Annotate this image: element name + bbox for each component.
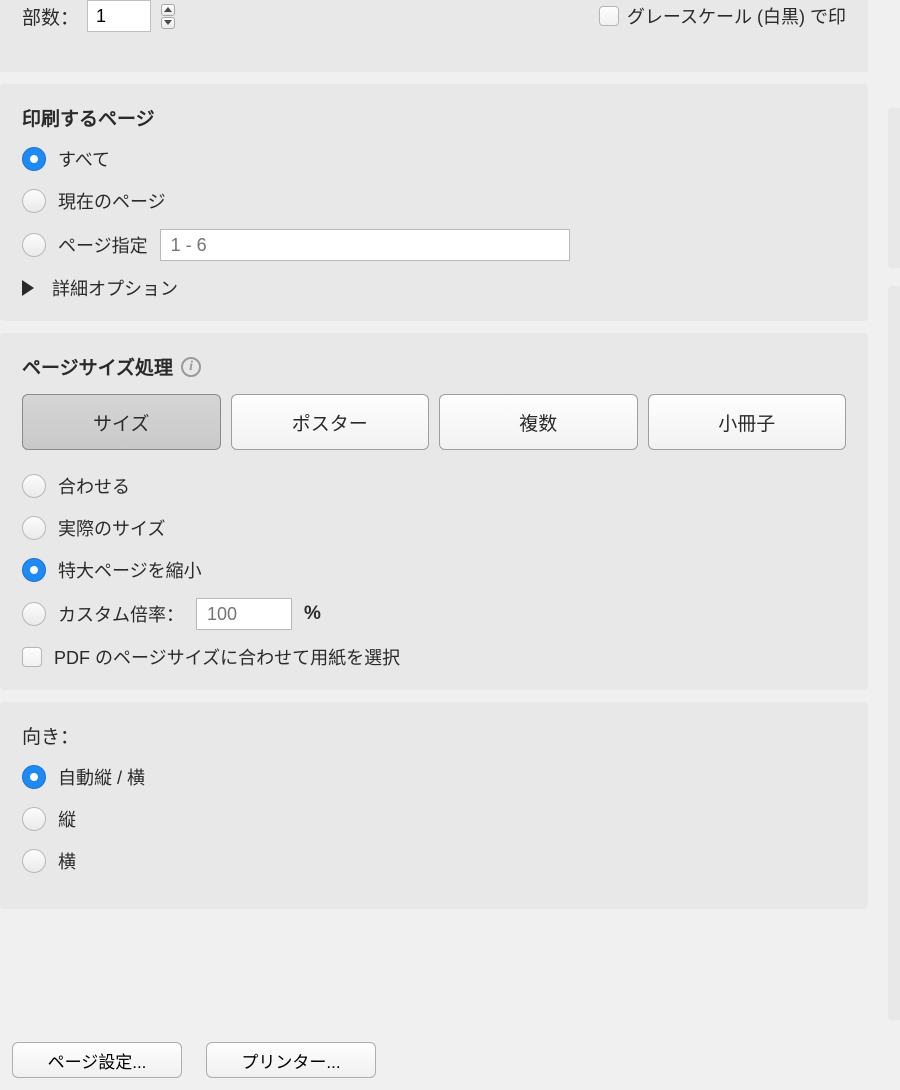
custom-scale-input[interactable] [196,598,292,630]
orientation-section: 向き： 自動縦 / 横 縦 横 [0,702,868,909]
footer-bar: ページ設定... プリンター... [0,1042,900,1078]
sizing-actual-radio[interactable] [22,516,46,540]
orientation-auto-radio[interactable] [22,765,46,789]
sizing-title: ページサイズ処理 i [22,353,846,380]
tab-multiple[interactable]: 複数 [439,394,638,450]
choose-paper-checkbox[interactable] [22,647,42,667]
pages-section: 印刷するページ すべて 現在のページ ページ指定 詳細オプション [0,84,868,321]
side-panel-bottom [888,286,900,1020]
tab-poster[interactable]: ポスター [231,394,430,450]
side-panel-top [888,108,900,268]
sizing-actual-label: 実際のサイズ [58,515,165,541]
copies-spinner [161,4,175,29]
pages-all-radio[interactable] [22,147,46,171]
pages-title: 印刷するページ [22,104,846,131]
copies-input[interactable] [87,0,151,32]
pages-range-radio[interactable] [22,233,46,257]
chevron-down-icon [164,20,172,25]
copies-spinner-up[interactable] [161,4,175,16]
pages-current-label: 現在のページ [58,188,166,214]
advanced-options-label: 詳細オプション [52,275,178,301]
pages-all-label: すべて [58,146,110,172]
custom-scale-unit: % [304,603,321,625]
tab-size[interactable]: サイズ [22,394,221,450]
sizing-tabs: サイズ ポスター 複数 小冊子 [22,394,846,450]
choose-paper-label: PDF のページサイズに合わせて用紙を選択 [54,644,400,670]
advanced-options-toggle[interactable]: 詳細オプション [22,275,846,301]
orientation-portrait-radio[interactable] [22,807,46,831]
copies-label: 部数： [22,3,79,30]
copies-spinner-down[interactable] [161,17,175,29]
tab-booklet[interactable]: 小冊子 [648,394,847,450]
chevron-up-icon [164,7,172,12]
grayscale-checkbox[interactable] [599,6,619,26]
sizing-fit-label: 合わせる [58,473,130,499]
pages-range-label: ページ指定 [58,232,148,258]
orientation-landscape-radio[interactable] [22,849,46,873]
page-setup-button[interactable]: ページ設定... [12,1042,182,1078]
orientation-auto-label: 自動縦 / 横 [58,764,145,790]
sizing-shrink-label: 特大ページを縮小 [58,557,202,583]
sizing-custom-radio[interactable] [22,602,46,626]
copies-section: 部数： グレースケール (白黒) で印 [0,0,868,72]
sizing-section: ページサイズ処理 i サイズ ポスター 複数 小冊子 合わせる 実際のサイズ 特… [0,333,868,690]
orientation-landscape-label: 横 [58,848,76,874]
sizing-shrink-radio[interactable] [22,558,46,582]
grayscale-label: グレースケール (白黒) で印 [627,3,846,29]
disclosure-triangle-icon [22,280,34,296]
printer-button[interactable]: プリンター... [206,1042,376,1078]
orientation-portrait-label: 縦 [58,806,76,832]
copies-group: 部数： [22,0,175,32]
sizing-fit-radio[interactable] [22,474,46,498]
sizing-title-text: ページサイズ処理 [22,353,173,380]
orientation-title: 向き： [22,722,846,749]
sizing-custom-label: カスタム倍率： [58,601,184,627]
grayscale-group: グレースケール (白黒) で印 [599,3,846,29]
pages-current-radio[interactable] [22,189,46,213]
pages-range-input[interactable] [160,229,570,261]
info-icon[interactable]: i [181,357,201,377]
